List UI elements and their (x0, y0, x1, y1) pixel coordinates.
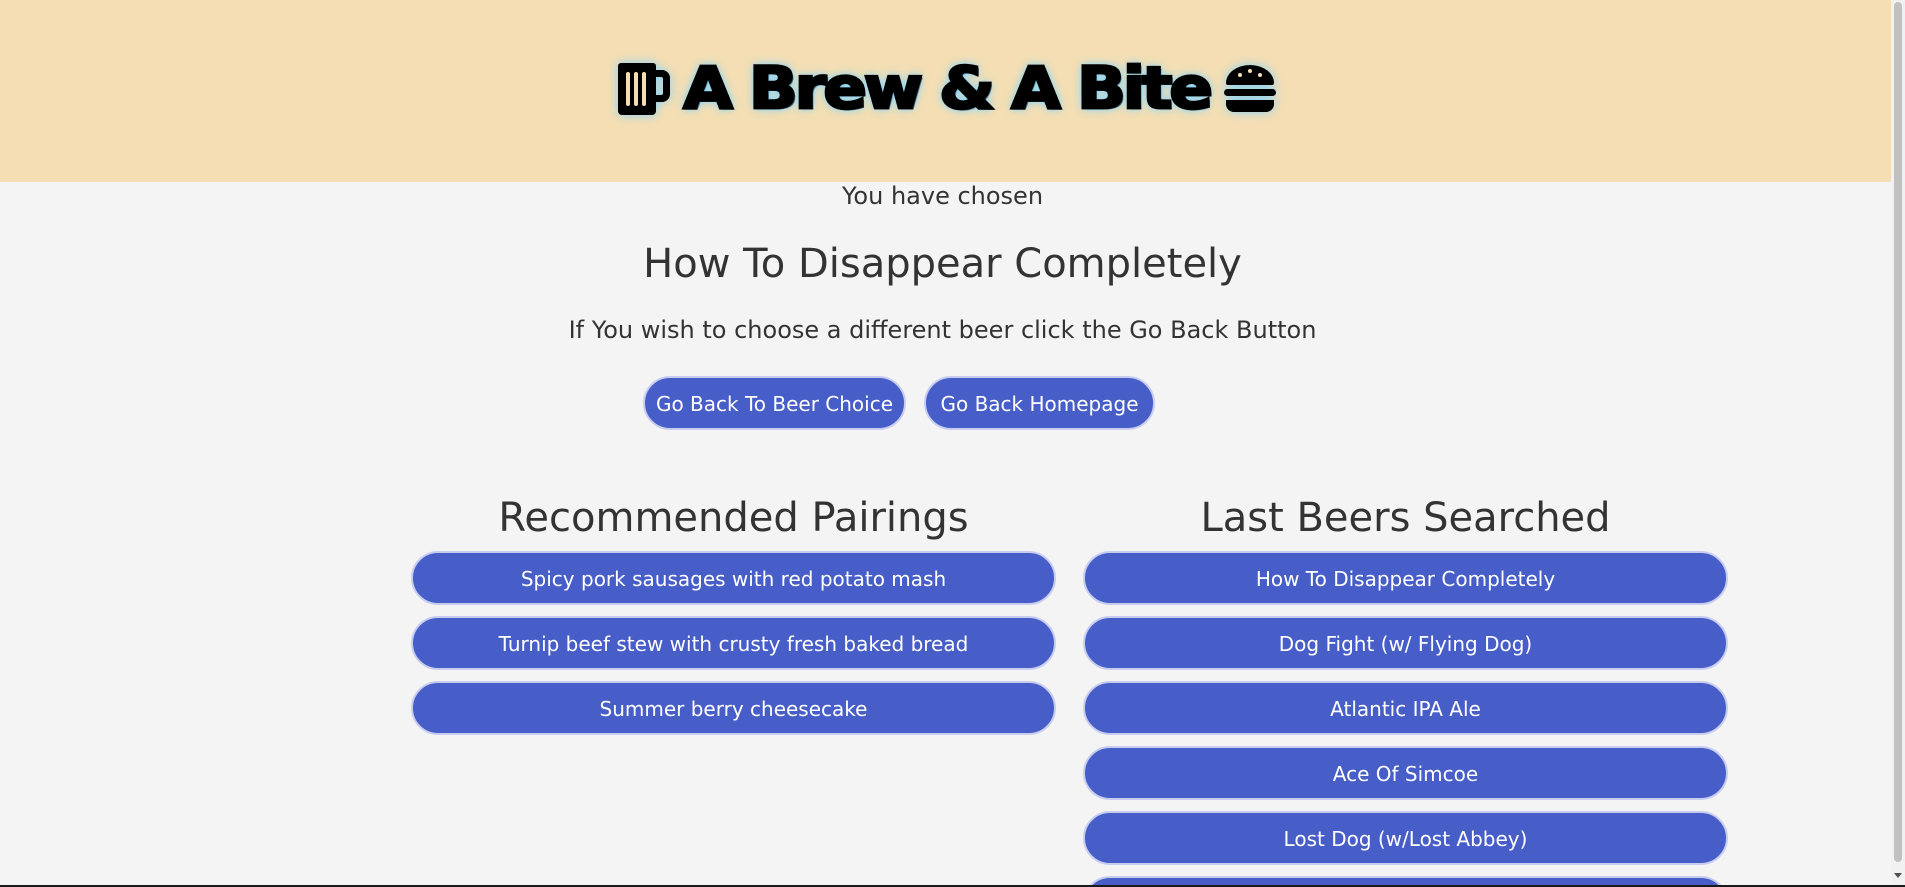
last-beer-item[interactable]: Ace Of Simcoe (1083, 746, 1728, 800)
vertical-scrollbar[interactable] (1891, 0, 1905, 887)
last-beer-item[interactable]: Lost Dog (w/Lost Abbey) (1083, 811, 1728, 865)
instruction-text: If You wish to choose a different beer c… (568, 316, 1317, 344)
last-beer-item[interactable]: Dog Fight (w/ Flying Dog) (1083, 616, 1728, 670)
burger-icon (1222, 63, 1278, 115)
go-back-beer-choice-button[interactable]: Go Back To Beer Choice (643, 376, 906, 430)
site-title: A Brew & A Bite (682, 55, 1215, 123)
scrollbar-thumb[interactable] (1894, 2, 1902, 862)
go-back-homepage-button[interactable]: Go Back Homepage (924, 376, 1155, 430)
chosen-label: You have chosen (841, 182, 1044, 210)
pairing-item[interactable]: Summer berry cheesecake (411, 681, 1056, 735)
site-header: A Brew & A Bite (0, 0, 1891, 182)
last-beers-heading: Last Beers Searched (1200, 495, 1611, 541)
page: A Brew & A Bite You have chosen How To D… (0, 0, 1891, 885)
last-beer-item[interactable]: Atlantic IPA Ale (1083, 681, 1728, 735)
last-beer-item-partial[interactable] (1083, 876, 1728, 885)
beer-mug-icon (613, 61, 671, 117)
pairing-item[interactable]: Turnip beef stew with crusty fresh baked… (411, 616, 1056, 670)
scroll-down-arrow-icon[interactable] (1894, 873, 1902, 878)
pairing-item[interactable]: Spicy pork sausages with red potato mash (411, 551, 1056, 605)
last-beer-item[interactable]: How To Disappear Completely (1083, 551, 1728, 605)
recommended-pairings-heading: Recommended Pairings (498, 495, 969, 541)
selected-beer-name: How To Disappear Completely (643, 241, 1242, 287)
brand[interactable]: A Brew & A Bite (0, 58, 1891, 120)
